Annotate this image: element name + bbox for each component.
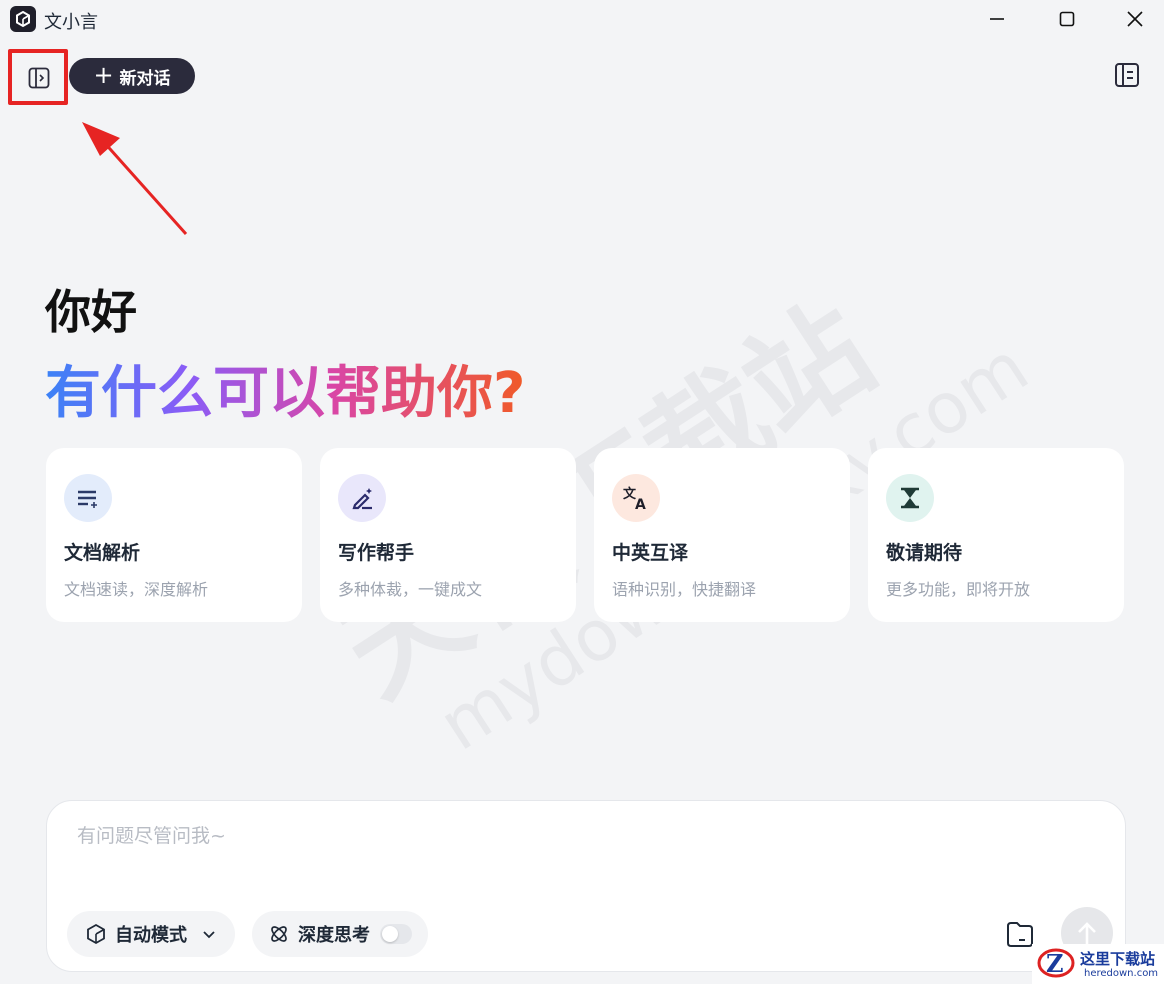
title-bar: 文小言 <box>0 0 1164 40</box>
sidebar-expand-icon <box>28 67 50 89</box>
new-chat-label: 新对话 <box>119 68 171 89</box>
pen-sparkle-icon <box>338 474 386 522</box>
hourglass-icon <box>886 474 934 522</box>
card-coming-soon[interactable]: 敬请期待 更多功能，即将开放 <box>868 448 1124 622</box>
card-title: 文档解析 <box>64 542 141 564</box>
deep-think-toggle[interactable]: 深度思考 <box>252 911 428 957</box>
svg-text:Z: Z <box>1046 949 1064 978</box>
card-subtitle: 文档速读，深度解析 <box>64 580 209 599</box>
plus-icon: + <box>93 61 114 89</box>
atom-icon <box>271 926 287 942</box>
arrow-up-icon <box>1078 922 1096 944</box>
svg-text:A: A <box>635 497 646 511</box>
feature-cards: 文档解析 文档速读，深度解析 写作帮手 多种体裁，一键成文 文 A 中英互译 语… <box>46 448 1124 622</box>
document-list-icon <box>64 474 112 522</box>
switch-knob <box>382 926 398 942</box>
deep-think-label: 深度思考 <box>298 925 370 946</box>
app-title: 文小言 <box>44 12 98 33</box>
greeting-prompt: 有什么可以帮助你? <box>45 348 525 429</box>
chevron-down-icon <box>203 931 215 939</box>
main-panel: + 新对话 天极下载站 mydown.yesky.com 你好 有什么可以帮助你… <box>2 42 1162 984</box>
card-writing-helper[interactable]: 写作帮手 多种体裁，一键成文 <box>320 448 576 622</box>
translate-icon: 文 A <box>612 474 660 522</box>
card-subtitle: 更多功能，即将开放 <box>886 580 1031 599</box>
app-logo-icon <box>10 6 36 32</box>
card-document-analysis[interactable]: 文档解析 文档速读，深度解析 <box>46 448 302 622</box>
new-chat-button[interactable]: + 新对话 <box>69 58 195 94</box>
card-title: 写作帮手 <box>338 542 415 564</box>
deep-think-switch[interactable] <box>380 924 412 944</box>
site-badge: Z 这里下载站 heredown.com <box>1032 944 1164 984</box>
history-panel-button[interactable] <box>1114 62 1144 92</box>
card-subtitle: 语种识别，快捷翻译 <box>612 580 757 599</box>
mode-select-button[interactable]: 自动模式 <box>67 911 235 957</box>
greeting-hello: 你好 <box>45 285 137 339</box>
site-badge-url: heredown.com <box>1084 968 1159 979</box>
chat-input[interactable]: 有问题尽管问我~ <box>77 821 226 848</box>
folder-icon <box>1007 922 1033 947</box>
minimize-button[interactable] <box>974 4 1020 34</box>
close-button[interactable] <box>1112 4 1158 34</box>
card-translation[interactable]: 文 A 中英互译 语种识别，快捷翻译 <box>594 448 850 622</box>
site-logo-icon: Z <box>1037 948 1075 978</box>
mode-label: 自动模式 <box>115 925 187 946</box>
chat-input-box[interactable]: 有问题尽管问我~ 自动模式 深度思考 <box>46 800 1126 972</box>
card-subtitle: 多种体裁，一键成文 <box>338 580 483 599</box>
sidebar-toggle-button[interactable] <box>8 49 68 105</box>
panel-list-icon <box>1115 63 1139 87</box>
annotation-arrow <box>82 122 188 235</box>
card-title: 中英互译 <box>612 542 689 564</box>
site-badge-name: 这里下载站 <box>1080 950 1156 968</box>
card-title: 敬请期待 <box>886 542 963 564</box>
cube-icon <box>87 923 105 945</box>
maximize-button[interactable] <box>1044 4 1090 34</box>
